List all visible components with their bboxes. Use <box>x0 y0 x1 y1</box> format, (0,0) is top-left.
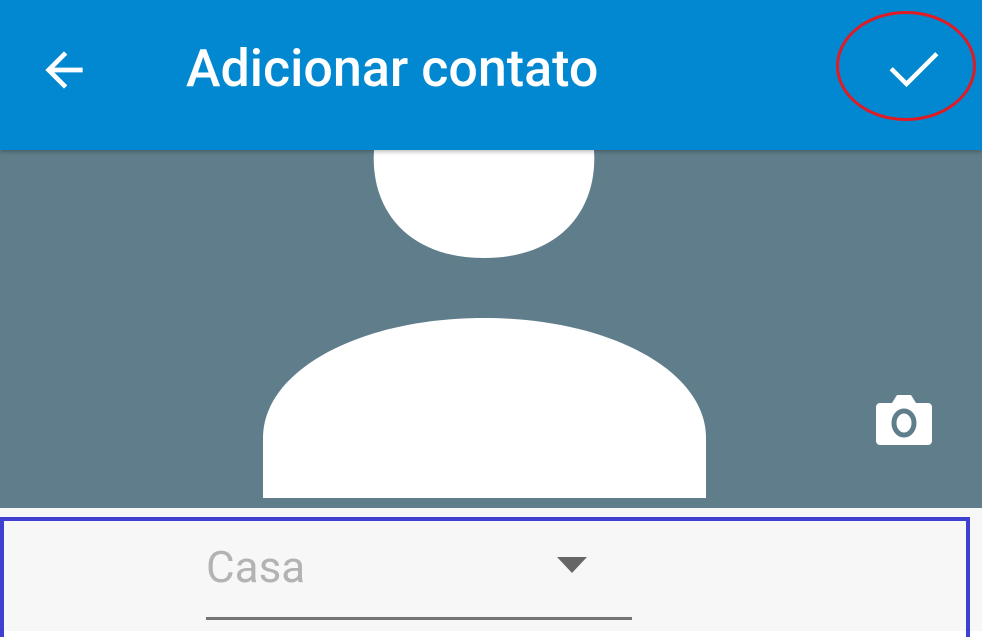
arrow-back-icon <box>45 51 83 89</box>
phone-type-value: Casa <box>206 541 306 593</box>
app-bar: Adicionar contato <box>0 0 982 150</box>
contact-form: Casa <box>0 508 982 637</box>
change-photo-button[interactable] <box>868 388 940 452</box>
page-title: Adicionar contato <box>186 38 599 99</box>
back-button[interactable] <box>24 30 104 110</box>
contact-photo-area[interactable] <box>0 150 982 508</box>
person-silhouette-icon <box>263 150 706 498</box>
phone-type-dropdown[interactable]: Casa <box>206 534 632 620</box>
save-contact-button[interactable] <box>862 28 966 110</box>
arrow-drop-down-icon <box>557 557 587 573</box>
check-icon <box>889 52 939 88</box>
camera-icon <box>876 395 932 445</box>
